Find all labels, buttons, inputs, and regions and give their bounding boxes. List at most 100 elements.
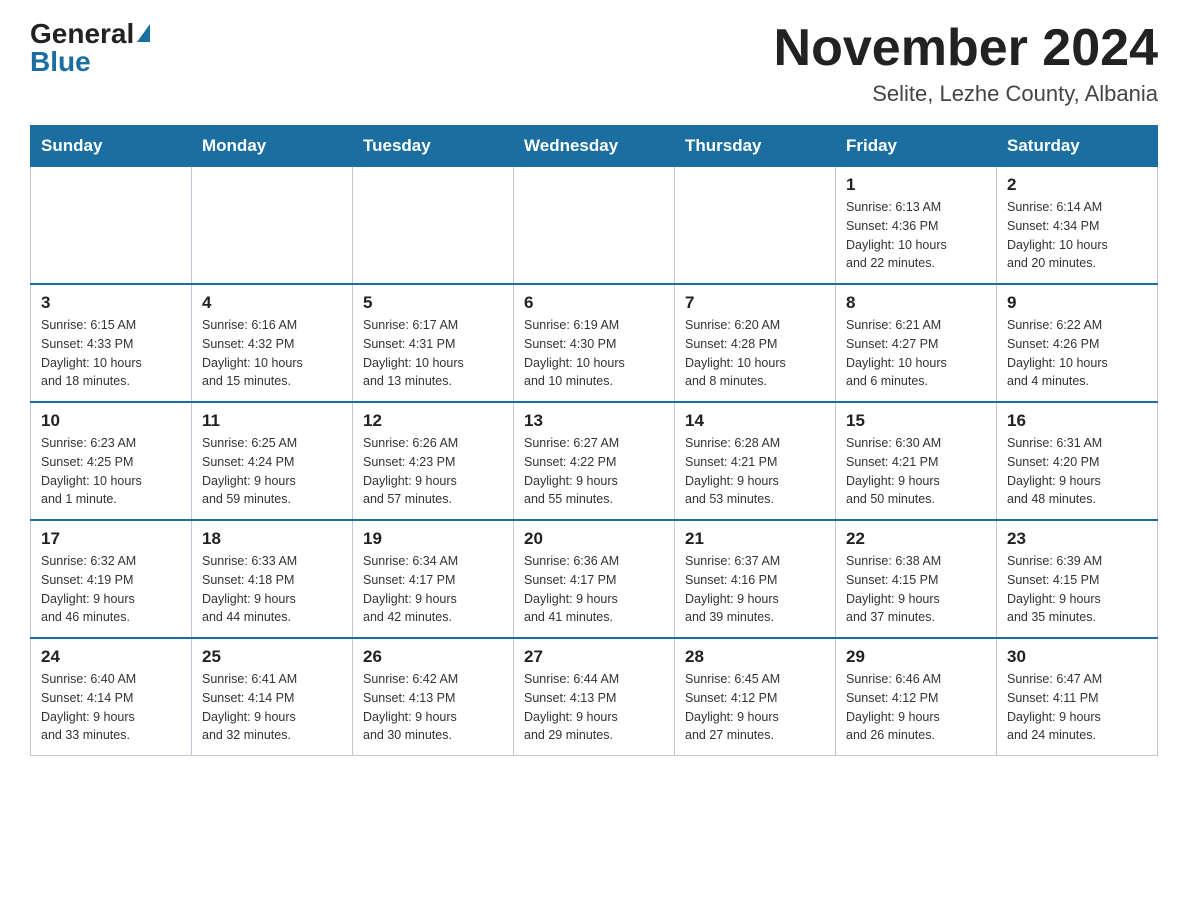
calendar-cell [514, 167, 675, 285]
calendar-cell: 23Sunrise: 6:39 AM Sunset: 4:15 PM Dayli… [997, 520, 1158, 638]
day-number: 20 [524, 529, 664, 549]
weekday-header-wednesday: Wednesday [514, 126, 675, 167]
calendar-cell: 16Sunrise: 6:31 AM Sunset: 4:20 PM Dayli… [997, 402, 1158, 520]
weekday-header-thursday: Thursday [675, 126, 836, 167]
day-number: 9 [1007, 293, 1147, 313]
day-number: 7 [685, 293, 825, 313]
calendar-cell: 15Sunrise: 6:30 AM Sunset: 4:21 PM Dayli… [836, 402, 997, 520]
title-block: November 2024 Selite, Lezhe County, Alba… [774, 20, 1158, 107]
cell-sun-info: Sunrise: 6:13 AM Sunset: 4:36 PM Dayligh… [846, 198, 986, 273]
cell-sun-info: Sunrise: 6:33 AM Sunset: 4:18 PM Dayligh… [202, 552, 342, 627]
calendar-cell: 9 Sunrise: 6:22 AM Sunset: 4:26 PM Daylig… [997, 284, 1158, 402]
logo-general-text: General [30, 20, 134, 48]
cell-sun-info: Sunrise: 6:25 AM Sunset: 4:24 PM Dayligh… [202, 434, 342, 509]
calendar-cell: 24 Sunrise: 6:40 AM Sunset: 4:14 PM Dayli… [31, 638, 192, 756]
calendar-cell: 25Sunrise: 6:41 AM Sunset: 4:14 PM Dayli… [192, 638, 353, 756]
calendar-cell: 7 Sunrise: 6:20 AM Sunset: 4:28 PM Daylig… [675, 284, 836, 402]
month-title: November 2024 [774, 20, 1158, 77]
calendar-cell: 6 Sunrise: 6:19 AM Sunset: 4:30 PM Daylig… [514, 284, 675, 402]
calendar-cell [353, 167, 514, 285]
cell-sun-info: Sunrise: 6:23 AM Sunset: 4:25 PM Dayligh… [41, 434, 181, 509]
weekday-header-sunday: Sunday [31, 126, 192, 167]
logo-blue-text: Blue [30, 48, 91, 76]
cell-sun-info: Sunrise: 6:38 AM Sunset: 4:15 PM Dayligh… [846, 552, 986, 627]
cell-sun-info: Sunrise: 6:45 AM Sunset: 4:12 PM Dayligh… [685, 670, 825, 745]
calendar-cell: 11 Sunrise: 6:25 AM Sunset: 4:24 PM Dayli… [192, 402, 353, 520]
calendar-cell: 28 Sunrise: 6:45 AM Sunset: 4:12 PM Dayli… [675, 638, 836, 756]
day-number: 22 [846, 529, 986, 549]
cell-sun-info: Sunrise: 6:26 AM Sunset: 4:23 PM Dayligh… [363, 434, 503, 509]
page-header: General Blue November 2024 Selite, Lezhe… [30, 20, 1158, 107]
logo: General Blue [30, 20, 150, 76]
weekday-header-saturday: Saturday [997, 126, 1158, 167]
calendar-cell: 21Sunrise: 6:37 AM Sunset: 4:16 PM Dayli… [675, 520, 836, 638]
cell-sun-info: Sunrise: 6:37 AM Sunset: 4:16 PM Dayligh… [685, 552, 825, 627]
day-number: 24 [41, 647, 181, 667]
day-number: 8 [846, 293, 986, 313]
day-number: 13 [524, 411, 664, 431]
day-number: 10 [41, 411, 181, 431]
calendar-cell: 2 Sunrise: 6:14 AM Sunset: 4:34 PM Daylig… [997, 167, 1158, 285]
cell-sun-info: Sunrise: 6:20 AM Sunset: 4:28 PM Dayligh… [685, 316, 825, 391]
cell-sun-info: Sunrise: 6:42 AM Sunset: 4:13 PM Dayligh… [363, 670, 503, 745]
day-number: 11 [202, 411, 342, 431]
cell-sun-info: Sunrise: 6:22 AM Sunset: 4:26 PM Dayligh… [1007, 316, 1147, 391]
day-number: 12 [363, 411, 503, 431]
calendar-cell: 19 Sunrise: 6:34 AM Sunset: 4:17 PM Dayli… [353, 520, 514, 638]
day-number: 15 [846, 411, 986, 431]
day-number: 16 [1007, 411, 1147, 431]
cell-sun-info: Sunrise: 6:40 AM Sunset: 4:14 PM Dayligh… [41, 670, 181, 745]
day-number: 17 [41, 529, 181, 549]
calendar-cell: 12 Sunrise: 6:26 AM Sunset: 4:23 PM Dayli… [353, 402, 514, 520]
day-number: 1 [846, 175, 986, 195]
cell-sun-info: Sunrise: 6:44 AM Sunset: 4:13 PM Dayligh… [524, 670, 664, 745]
cell-sun-info: Sunrise: 6:47 AM Sunset: 4:11 PM Dayligh… [1007, 670, 1147, 745]
calendar-cell: 26 Sunrise: 6:42 AM Sunset: 4:13 PM Dayli… [353, 638, 514, 756]
cell-sun-info: Sunrise: 6:32 AM Sunset: 4:19 PM Dayligh… [41, 552, 181, 627]
weekday-header-row: SundayMondayTuesdayWednesdayThursdayFrid… [31, 126, 1158, 167]
calendar-week-row: 17 Sunrise: 6:32 AM Sunset: 4:19 PM Dayli… [31, 520, 1158, 638]
calendar-table: SundayMondayTuesdayWednesdayThursdayFrid… [30, 125, 1158, 756]
cell-sun-info: Sunrise: 6:21 AM Sunset: 4:27 PM Dayligh… [846, 316, 986, 391]
calendar-cell: 30 Sunrise: 6:47 AM Sunset: 4:11 PM Dayli… [997, 638, 1158, 756]
calendar-cell: 8 Sunrise: 6:21 AM Sunset: 4:27 PM Daylig… [836, 284, 997, 402]
day-number: 18 [202, 529, 342, 549]
weekday-header-monday: Monday [192, 126, 353, 167]
day-number: 2 [1007, 175, 1147, 195]
cell-sun-info: Sunrise: 6:28 AM Sunset: 4:21 PM Dayligh… [685, 434, 825, 509]
day-number: 19 [363, 529, 503, 549]
day-number: 26 [363, 647, 503, 667]
weekday-header-tuesday: Tuesday [353, 126, 514, 167]
day-number: 14 [685, 411, 825, 431]
cell-sun-info: Sunrise: 6:14 AM Sunset: 4:34 PM Dayligh… [1007, 198, 1147, 273]
calendar-week-row: 10 Sunrise: 6:23 AM Sunset: 4:25 PM Dayli… [31, 402, 1158, 520]
day-number: 25 [202, 647, 342, 667]
calendar-cell: 1 Sunrise: 6:13 AM Sunset: 4:36 PM Daylig… [836, 167, 997, 285]
location-subtitle: Selite, Lezhe County, Albania [774, 81, 1158, 107]
calendar-cell: 17 Sunrise: 6:32 AM Sunset: 4:19 PM Dayli… [31, 520, 192, 638]
cell-sun-info: Sunrise: 6:15 AM Sunset: 4:33 PM Dayligh… [41, 316, 181, 391]
cell-sun-info: Sunrise: 6:27 AM Sunset: 4:22 PM Dayligh… [524, 434, 664, 509]
calendar-cell [192, 167, 353, 285]
calendar-week-row: 3Sunrise: 6:15 AM Sunset: 4:33 PM Daylig… [31, 284, 1158, 402]
calendar-cell: 3Sunrise: 6:15 AM Sunset: 4:33 PM Daylig… [31, 284, 192, 402]
cell-sun-info: Sunrise: 6:16 AM Sunset: 4:32 PM Dayligh… [202, 316, 342, 391]
calendar-cell: 13 Sunrise: 6:27 AM Sunset: 4:22 PM Dayli… [514, 402, 675, 520]
calendar-cell: 4Sunrise: 6:16 AM Sunset: 4:32 PM Daylig… [192, 284, 353, 402]
day-number: 30 [1007, 647, 1147, 667]
calendar-cell: 10 Sunrise: 6:23 AM Sunset: 4:25 PM Dayli… [31, 402, 192, 520]
cell-sun-info: Sunrise: 6:36 AM Sunset: 4:17 PM Dayligh… [524, 552, 664, 627]
calendar-week-row: 1 Sunrise: 6:13 AM Sunset: 4:36 PM Daylig… [31, 167, 1158, 285]
calendar-cell: 29Sunrise: 6:46 AM Sunset: 4:12 PM Dayli… [836, 638, 997, 756]
calendar-cell: 20 Sunrise: 6:36 AM Sunset: 4:17 PM Dayli… [514, 520, 675, 638]
cell-sun-info: Sunrise: 6:17 AM Sunset: 4:31 PM Dayligh… [363, 316, 503, 391]
calendar-cell: 14 Sunrise: 6:28 AM Sunset: 4:21 PM Dayli… [675, 402, 836, 520]
calendar-cell [675, 167, 836, 285]
cell-sun-info: Sunrise: 6:19 AM Sunset: 4:30 PM Dayligh… [524, 316, 664, 391]
calendar-week-row: 24 Sunrise: 6:40 AM Sunset: 4:14 PM Dayli… [31, 638, 1158, 756]
calendar-cell: 27Sunrise: 6:44 AM Sunset: 4:13 PM Dayli… [514, 638, 675, 756]
day-number: 29 [846, 647, 986, 667]
day-number: 6 [524, 293, 664, 313]
cell-sun-info: Sunrise: 6:34 AM Sunset: 4:17 PM Dayligh… [363, 552, 503, 627]
day-number: 28 [685, 647, 825, 667]
